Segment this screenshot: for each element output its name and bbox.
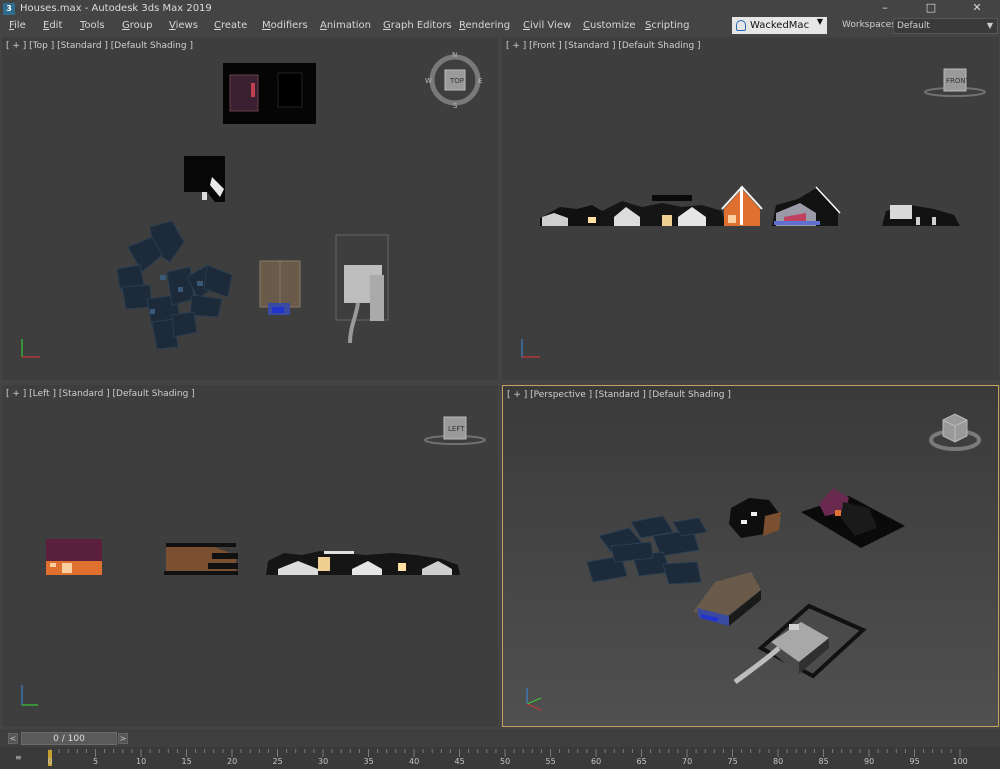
- track-bar-icon[interactable]: ≡: [15, 753, 22, 762]
- axis-tripod: [21, 339, 40, 358]
- compass-n: N: [452, 51, 457, 59]
- house-black-persp: [729, 498, 781, 538]
- compass-s: S: [453, 102, 458, 110]
- workspaces-value: Default: [897, 21, 930, 31]
- viewport-top[interactable]: TOP N S E W [ + ] [Top ] [Standard ] [De…: [2, 37, 498, 380]
- tick-label: 10: [136, 757, 147, 766]
- tick-label: 85: [818, 757, 829, 766]
- time-slider-next[interactable]: >: [118, 733, 128, 744]
- viewcube-left: LEFT: [424, 416, 486, 445]
- menu-civil-view[interactable]: Civil View: [523, 20, 571, 31]
- tick-label: 70: [682, 757, 693, 766]
- perspective-view-scene: [526, 413, 981, 711]
- menu-views[interactable]: Views: [169, 20, 198, 31]
- tick-label: 35: [363, 757, 374, 766]
- viewport-perspective-label[interactable]: [ + ] [Perspective ] [Standard ] [Defaul…: [507, 390, 731, 400]
- axis-tripod: [521, 339, 540, 358]
- user-account-dropdown[interactable]: WackedMac ▼: [732, 17, 827, 34]
- viewcube-compass: TOP N S E W: [425, 51, 482, 110]
- compass-e: E: [478, 77, 482, 85]
- time-slider-thumb[interactable]: 0 / 100: [21, 732, 117, 745]
- menu-edit[interactable]: Edit: [43, 20, 62, 31]
- compass-w: W: [425, 77, 432, 85]
- workspaces-select[interactable]: Default ▼: [893, 18, 998, 34]
- house-maroon-persp: [801, 488, 905, 548]
- tick-label: 0: [47, 757, 53, 766]
- minimize-button[interactable]: –: [862, 0, 908, 17]
- viewcube-face-label: TOP: [449, 77, 464, 85]
- house-right-front: [882, 205, 960, 226]
- title-bar: 3 Houses.max - Autodesk 3ds Max 2019 – □…: [0, 0, 1000, 17]
- axis-tripod: [21, 685, 38, 706]
- time-slider[interactable]: < 0 / 100 >: [0, 729, 1000, 747]
- house-orange-front: [721, 185, 763, 226]
- menu-graph-editors[interactable]: Graph Editors: [383, 20, 452, 31]
- tick-label: 95: [909, 757, 920, 766]
- house-grey-persp: [733, 603, 867, 685]
- user-name: WackedMac: [750, 20, 810, 31]
- tick-label: 90: [864, 757, 875, 766]
- menu-animation[interactable]: Animation: [320, 20, 371, 31]
- menu-create[interactable]: Create: [214, 20, 247, 31]
- viewcube-front: FRONT: [924, 68, 986, 97]
- time-slider-prev[interactable]: <: [8, 733, 18, 744]
- cross-houses-top: [116, 220, 233, 350]
- viewport-top-label[interactable]: [ + ] [Top ] [Standard ] [Default Shadin…: [6, 41, 193, 51]
- menu-scripting[interactable]: Scripting: [645, 20, 689, 31]
- house-row-front: [540, 195, 726, 226]
- menu-file[interactable]: File: [9, 20, 26, 31]
- menu-group[interactable]: Group: [122, 20, 152, 31]
- house-maroon-left: [46, 539, 102, 575]
- tick-label: 20: [227, 757, 238, 766]
- chevron-down-icon: ▼: [986, 21, 993, 30]
- menu-tools[interactable]: Tools: [80, 20, 105, 31]
- cross-houses-persp: [586, 515, 708, 585]
- window-controls: – □ ✕: [862, 0, 1000, 17]
- tick-label: 25: [272, 757, 283, 766]
- tick-label: 80: [773, 757, 784, 766]
- viewcube-persp: [929, 413, 981, 451]
- house-wood-persp: [693, 572, 761, 626]
- menu-customize[interactable]: Customize: [583, 20, 636, 31]
- viewcube-face-label: LEFT: [448, 425, 465, 433]
- viewport-front-label[interactable]: [ + ] [Front ] [Standard ] [Default Shad…: [506, 41, 701, 51]
- tick-label: 55: [545, 757, 556, 766]
- viewport-perspective[interactable]: [ + ] [Perspective ] [Standard ] [Defaul…: [502, 385, 999, 727]
- tick-label: 100: [952, 757, 968, 766]
- left-view-scene: LEFT: [21, 416, 486, 706]
- tick-label: 65: [636, 757, 647, 766]
- maximize-button[interactable]: □: [908, 0, 954, 17]
- user-icon: [736, 20, 746, 31]
- workspaces-label: Workspaces:: [842, 20, 899, 30]
- house-row-left: [266, 551, 460, 575]
- tick-label: 15: [181, 757, 192, 766]
- tick-label: 50: [500, 757, 511, 766]
- tick-label: 60: [591, 757, 602, 766]
- viewport-left[interactable]: LEFT [ + ] [Left ] [Standard ] [Default …: [2, 385, 498, 727]
- close-button[interactable]: ✕: [954, 0, 1000, 17]
- chevron-down-icon: ▼: [816, 17, 823, 26]
- house-brown-left: [164, 543, 238, 575]
- viewport-front[interactable]: FRONT [ + ] [Front ] [Standard ] [Defaul…: [502, 37, 999, 380]
- app-icon: 3: [3, 2, 15, 15]
- menu-rendering[interactable]: Rendering: [459, 20, 510, 31]
- tick-label: 40: [409, 757, 420, 766]
- menu-modifiers[interactable]: Modifiers: [262, 20, 308, 31]
- house-maroon-front: [772, 186, 841, 226]
- front-view-scene: FRONT: [521, 68, 986, 358]
- top-view-scene: TOP N S E W: [21, 51, 482, 358]
- tick-label: 75: [727, 757, 738, 766]
- track-bar[interactable]: ≡ 0 5 10 15 20 25 30 35 40 45 50 55 60 65 70 75 80 85 90 95…: [0, 747, 1000, 769]
- viewcube-face-label: FRONT: [946, 77, 971, 85]
- axis-tripod: [526, 688, 542, 711]
- tick-label: 5: [93, 757, 99, 766]
- tick-label: 45: [454, 757, 465, 766]
- driveway-path: [348, 302, 360, 344]
- tick-label: 30: [318, 757, 329, 766]
- window-title: Houses.max - Autodesk 3ds Max 2019: [20, 3, 212, 14]
- viewport-left-label[interactable]: [ + ] [Left ] [Standard ] [Default Shadi…: [6, 389, 195, 399]
